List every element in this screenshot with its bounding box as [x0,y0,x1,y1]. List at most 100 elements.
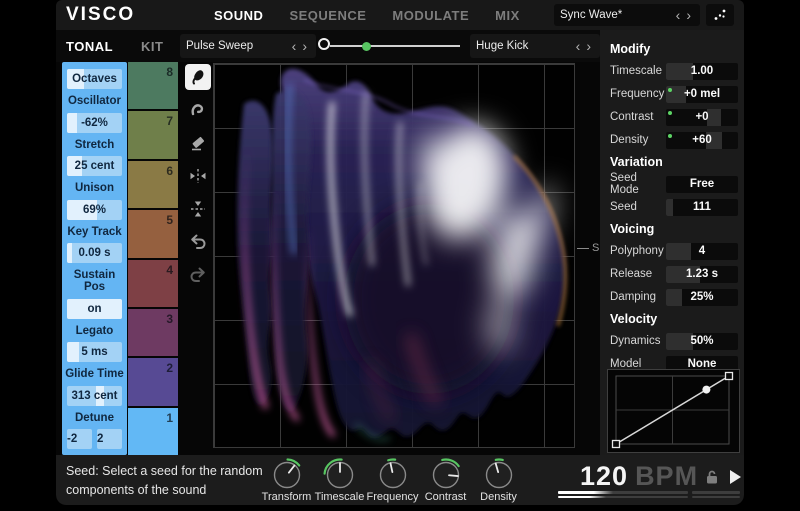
morph-slider-handle[interactable] [318,38,330,50]
undo-button[interactable] [185,229,211,255]
layer-cell-3[interactable]: 3 [128,309,178,358]
preset-prev-icon[interactable]: ‹ [673,8,684,22]
param-value-box[interactable]: 69% [67,200,122,220]
preset-next-icon[interactable]: › [683,8,694,22]
morph-slider[interactable] [318,34,464,58]
layer-cell-5[interactable]: 5 [128,210,178,259]
param-value-box[interactable]: Octaves [67,69,122,89]
release-value-box[interactable]: 1.23 s [666,266,738,283]
detune-range: -2 2 [67,429,122,449]
sound-canvas[interactable] [213,63,575,448]
row-value: 111 [666,199,738,216]
layer-cell-1[interactable]: 1 [128,408,178,455]
layer-number: 3 [166,312,173,326]
param-value: 5 ms [81,346,107,358]
layer-cell-7[interactable]: 7 [128,111,178,160]
param-oscillator: Octaves Oscillator [62,69,127,107]
preset-selector[interactable]: Sync Wave* ‹ › [554,4,700,26]
randomize-button[interactable] [706,4,734,26]
polyphony-value-box[interactable]: 4 [666,243,738,260]
layer-number: 7 [166,114,173,128]
density-value-box[interactable]: +60 [666,132,738,149]
morph-left-next-icon[interactable]: › [299,39,310,53]
top-bar: VISCO SOUND SEQUENCE MODULATE MIX Sync W… [56,0,744,30]
knob-label: Frequency [367,491,419,503]
row-label: Frequency [610,88,666,100]
row-label: Timescale [610,65,666,77]
row-density: Density +60 [610,131,738,149]
layer-cell-2[interactable]: 2 [128,358,178,407]
model-value-box[interactable]: None [666,356,738,373]
param-label: Oscillator [62,95,127,107]
morph-right-prev-icon[interactable]: ‹ [573,39,584,53]
timescale-knob-dial[interactable] [321,457,359,493]
param-value-box[interactable]: 313 cent [67,386,122,406]
morph-right-preset-name: Huge Kick [476,40,573,52]
brush-tool-button[interactable] [185,64,211,90]
tempo-lock-icon[interactable] [705,469,719,485]
tab-kit[interactable]: KIT [141,39,163,54]
smudge-tool-button[interactable] [185,97,211,123]
param-value-box[interactable]: 25 cent [67,156,122,176]
mirror-vertical-button[interactable] [185,196,211,222]
morph-right-preset[interactable]: Huge Kick ‹ › [470,34,600,58]
param-label: Sustain Pos [62,269,127,293]
layer-number: 4 [166,263,173,277]
dynamics-value-box[interactable]: 50% [666,333,738,350]
section-title-variation: Variation [610,155,738,169]
contrast-knob-dial[interactable] [427,457,465,493]
morph-left-preset[interactable]: Pulse Sweep ‹ › [180,34,316,58]
timescale-value-box[interactable]: 1.00 [666,63,738,80]
app-window: VISCO SOUND SEQUENCE MODULATE MIX Sync W… [56,0,744,505]
knob-transform[interactable]: Transform [260,457,313,503]
mirror-vertical-icon [188,199,208,219]
param-value-box[interactable]: on [67,299,122,319]
tab-mix[interactable]: MIX [495,8,520,23]
tab-sound[interactable]: SOUND [214,8,263,23]
row-value: 1.23 s [666,266,738,283]
velocity-curve-graph[interactable] [608,370,737,450]
param-fill [67,113,77,133]
frequency-knob-dial[interactable] [374,457,412,493]
transform-knob-dial[interactable] [268,457,306,493]
morph-slider-track[interactable] [330,45,460,47]
beat-bar-top [558,491,740,494]
knob-label: Contrast [425,491,467,503]
morph-right-next-icon[interactable]: › [583,39,594,53]
morph-left-prev-icon[interactable]: ‹ [289,39,300,53]
density-knob-dial[interactable] [480,457,518,493]
tab-modulate[interactable]: MODULATE [392,8,469,23]
param-label: Key Track [62,226,127,238]
tab-tonal[interactable]: TONAL [66,39,113,54]
detune-high-box[interactable]: 2 [97,429,122,449]
knob-contrast[interactable]: Contrast [419,457,472,503]
layer-cell-8[interactable]: 8 [128,62,178,111]
play-button[interactable] [730,470,741,484]
param-key-track: 69% Key Track [62,200,127,238]
damping-value-box[interactable]: 25% [666,289,738,306]
mirror-horizontal-button[interactable] [185,163,211,189]
velocity-curve-editor[interactable] [607,369,740,453]
layer-cell-4[interactable]: 4 [128,260,178,309]
frequency-value-box[interactable]: +0 mel [666,86,738,103]
param-value-box[interactable]: 0.09 s [67,243,122,263]
contrast-value-box[interactable]: +0 [666,109,738,126]
redo-button[interactable] [185,262,211,288]
detune-low-box[interactable]: -2 [67,429,92,449]
tab-sequence[interactable]: SEQUENCE [289,8,366,23]
bpm-value[interactable]: 120 [580,461,628,492]
canvas-tools [183,64,212,288]
layer-cell-6[interactable]: 6 [128,161,178,210]
eraser-tool-button[interactable] [185,130,211,156]
param-label: Detune [62,412,127,424]
param-glide-time: 5 ms Glide Time [62,342,127,380]
morph-position-dot[interactable] [362,42,371,51]
param-value-box[interactable]: 5 ms [67,342,122,362]
seed-value-box[interactable]: 111 [666,199,738,216]
param-value-box[interactable]: -62% [67,113,122,133]
seed-mode-value-box[interactable]: Free [666,176,738,193]
knob-density[interactable]: Density [472,457,525,503]
mirror-horizontal-icon [188,166,208,186]
knob-frequency[interactable]: Frequency [366,457,419,503]
knob-timescale[interactable]: Timescale [313,457,366,503]
